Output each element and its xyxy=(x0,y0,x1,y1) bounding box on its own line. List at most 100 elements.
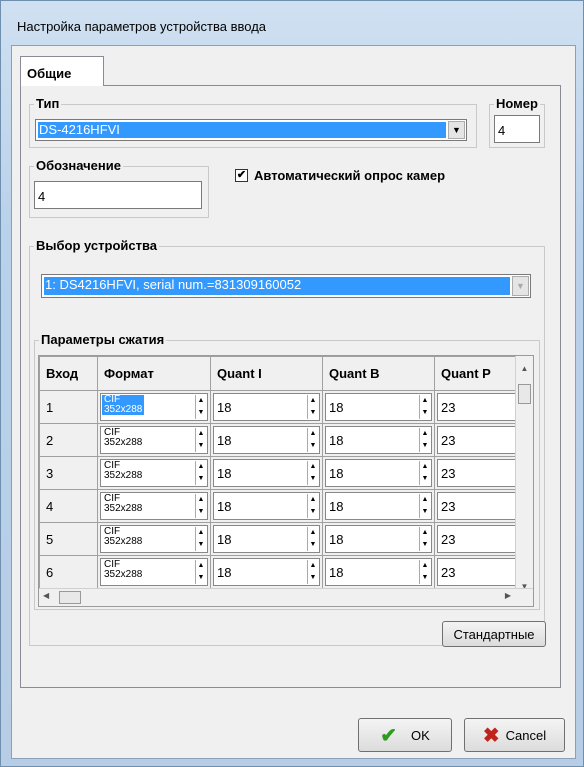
number-field[interactable]: 4 xyxy=(494,115,540,143)
chevron-up-icon[interactable]: ▲ xyxy=(516,356,533,373)
dialog-window: Настройка параметров устройства ввода Об… xyxy=(0,0,584,767)
quant-b-value: 18 xyxy=(329,499,344,514)
table-row: 3 CIF 352x288 ▲ ▼ 18 ▲ ▼ 18 ▲ ▼ 23 xyxy=(39,456,519,490)
spin-arrows-icon[interactable]: ▲ ▼ xyxy=(419,494,430,518)
quant-i-value: 18 xyxy=(217,433,232,448)
spin-arrows-icon[interactable]: ▲ ▼ xyxy=(419,428,430,452)
input-cell: 2 xyxy=(39,423,98,457)
tab-panel-general: Тип DS-4216HFVI ▼ Номер 4 Обозначение 4 … xyxy=(20,85,561,688)
quant-p-value: 23 xyxy=(441,400,456,415)
column-header-quant-b[interactable]: Quant B xyxy=(322,356,435,391)
quant-b-value: 18 xyxy=(329,466,344,481)
cancel-button[interactable]: ✖ Cancel xyxy=(464,718,565,752)
scroll-thumb[interactable] xyxy=(59,591,81,604)
spin-arrows-icon[interactable]: ▲ ▼ xyxy=(195,428,206,452)
quant-p-field[interactable]: 23 xyxy=(437,459,516,487)
quant-p-field[interactable]: 23 xyxy=(437,525,516,553)
defaults-button[interactable]: Стандартные xyxy=(442,621,546,647)
quant-b-value: 18 xyxy=(329,532,344,547)
input-cell: 6 xyxy=(39,555,98,589)
scroll-thumb[interactable] xyxy=(518,384,531,404)
number-group: Номер 4 xyxy=(489,96,545,148)
format-resolution: 352x288 xyxy=(104,536,143,547)
quant-i-spinner[interactable]: 18 ▲ ▼ xyxy=(213,558,320,586)
horizontal-scrollbar[interactable]: ◀ ▶ xyxy=(39,588,533,606)
format-spinner[interactable]: CIF 352x288 ▲ ▼ xyxy=(100,459,208,487)
device-value: 1: DS4216HFVI, serial num.=831309160052 xyxy=(44,277,510,295)
auto-poll-checkbox[interactable]: ✔ Автоматический опрос камер xyxy=(235,168,445,183)
spin-arrows-icon[interactable]: ▲ ▼ xyxy=(307,395,318,419)
number-label: Номер xyxy=(494,96,540,111)
chevron-down-icon[interactable]: ▼ xyxy=(448,121,465,139)
spin-arrows-icon[interactable]: ▲ ▼ xyxy=(195,461,206,485)
spin-arrows-icon[interactable]: ▲ ▼ xyxy=(419,560,430,584)
column-header-quant-i[interactable]: Quant I xyxy=(210,356,323,391)
dialog-client: Общие Тип DS-4216HFVI ▼ Номер 4 Обозначе… xyxy=(11,45,576,759)
spin-arrows-icon[interactable]: ▲ ▼ xyxy=(195,494,206,518)
spin-arrows-icon[interactable]: ▲ ▼ xyxy=(195,560,206,584)
quant-i-spinner[interactable]: 18 ▲ ▼ xyxy=(213,393,320,421)
spin-arrows-icon[interactable]: ▲ ▼ xyxy=(195,527,206,551)
format-value: CIF 352x288 xyxy=(104,527,142,547)
chevron-right-icon[interactable]: ▶ xyxy=(505,591,511,600)
quant-p-value: 23 xyxy=(441,466,456,481)
quant-i-spinner[interactable]: 18 ▲ ▼ xyxy=(213,426,320,454)
table-row: 5 CIF 352x288 ▲ ▼ 18 ▲ ▼ 18 ▲ ▼ 23 xyxy=(39,522,519,556)
input-cell: 4 xyxy=(39,489,98,523)
format-spinner[interactable]: CIF 352x288 ▲ ▼ xyxy=(100,525,208,553)
quant-b-spinner[interactable]: 18 ▲ ▼ xyxy=(325,393,432,421)
check-icon[interactable]: ✔ xyxy=(235,169,248,182)
quant-b-spinner[interactable]: 18 ▲ ▼ xyxy=(325,525,432,553)
designation-field[interactable]: 4 xyxy=(34,181,202,209)
table-row: 2 CIF 352x288 ▲ ▼ 18 ▲ ▼ 18 ▲ ▼ 23 xyxy=(39,423,519,457)
type-combobox[interactable]: DS-4216HFVI ▼ xyxy=(35,119,467,141)
format-resolution: 352x288 xyxy=(104,503,143,514)
device-combobox[interactable]: 1: DS4216HFVI, serial num.=831309160052 … xyxy=(41,274,531,298)
quant-b-spinner[interactable]: 18 ▲ ▼ xyxy=(325,426,432,454)
quant-i-spinner[interactable]: 18 ▲ ▼ xyxy=(213,525,320,553)
quant-p-field[interactable]: 23 xyxy=(437,426,516,454)
compression-table: Вход Формат Quant I Quant B Quant P 1 CI… xyxy=(39,356,519,589)
quant-p-field[interactable]: 23 xyxy=(437,492,516,520)
ok-button[interactable]: ✔ OK xyxy=(358,718,452,752)
table-row: 6 CIF 352x288 ▲ ▼ 18 ▲ ▼ 18 ▲ ▼ 23 xyxy=(39,555,519,589)
vertical-scrollbar[interactable]: ▲ ▼ xyxy=(515,356,533,599)
chevron-down-icon[interactable]: ▼ xyxy=(512,276,529,296)
format-spinner[interactable]: CIF 352x288 ▲ ▼ xyxy=(100,393,208,421)
spin-arrows-icon[interactable]: ▲ ▼ xyxy=(307,527,318,551)
check-icon: ✔ xyxy=(380,724,397,747)
ok-label: OK xyxy=(410,727,430,743)
quant-i-spinner[interactable]: 18 ▲ ▼ xyxy=(213,492,320,520)
compression-label: Параметры сжатия xyxy=(39,332,167,347)
spin-arrows-icon[interactable]: ▲ ▼ xyxy=(307,560,318,584)
input-cell: 1 xyxy=(39,390,98,424)
format-value: CIF 352x288 xyxy=(104,494,142,514)
spin-arrows-icon[interactable]: ▲ ▼ xyxy=(419,395,430,419)
quant-p-field[interactable]: 23 xyxy=(437,558,516,586)
column-header-quant-p[interactable]: Quant P xyxy=(434,356,519,391)
quant-b-spinner[interactable]: 18 ▲ ▼ xyxy=(325,492,432,520)
spin-arrows-icon[interactable]: ▲ ▼ xyxy=(307,428,318,452)
chevron-left-icon[interactable]: ◀ xyxy=(43,591,49,600)
format-spinner[interactable]: CIF 352x288 ▲ ▼ xyxy=(100,492,208,520)
spin-arrows-icon[interactable]: ▲ ▼ xyxy=(307,494,318,518)
quant-b-spinner[interactable]: 18 ▲ ▼ xyxy=(325,558,432,586)
designation-label: Обозначение xyxy=(34,158,123,173)
quant-i-spinner[interactable]: 18 ▲ ▼ xyxy=(213,459,320,487)
format-spinner[interactable]: CIF 352x288 ▲ ▼ xyxy=(100,426,208,454)
quant-p-value: 23 xyxy=(441,565,456,580)
format-resolution: 352x288 xyxy=(104,569,143,580)
compression-group: Параметры сжатия Вход Формат Quant I Qua… xyxy=(34,332,540,610)
device-select-label: Выбор устройства xyxy=(34,238,160,253)
column-header-format[interactable]: Формат xyxy=(97,356,211,391)
spin-arrows-icon[interactable]: ▲ ▼ xyxy=(195,395,206,419)
spin-arrows-icon[interactable]: ▲ ▼ xyxy=(419,461,430,485)
quant-p-field[interactable]: 23 xyxy=(437,393,516,421)
quant-i-value: 18 xyxy=(217,466,232,481)
tab-general[interactable]: Общие xyxy=(20,56,104,86)
format-spinner[interactable]: CIF 352x288 ▲ ▼ xyxy=(100,558,208,586)
column-header-input[interactable]: Вход xyxy=(39,356,98,391)
quant-b-spinner[interactable]: 18 ▲ ▼ xyxy=(325,459,432,487)
spin-arrows-icon[interactable]: ▲ ▼ xyxy=(419,527,430,551)
spin-arrows-icon[interactable]: ▲ ▼ xyxy=(307,461,318,485)
